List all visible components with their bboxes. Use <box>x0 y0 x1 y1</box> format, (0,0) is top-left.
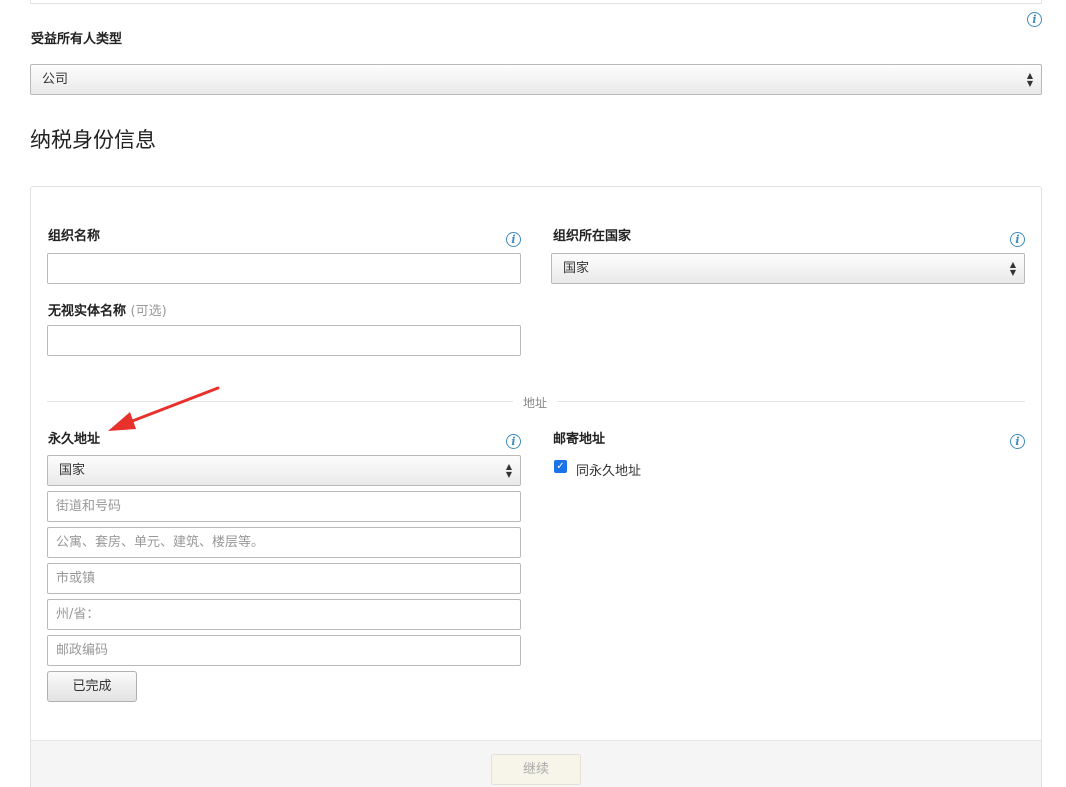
section-title: 纳税身份信息 <box>30 128 156 152</box>
state-input[interactable] <box>47 599 521 630</box>
owner-type-select[interactable]: 公司 ▲ ▼ <box>30 64 1042 95</box>
select-arrows-icon: ▲ ▼ <box>1026 70 1033 88</box>
org-country-label: 组织所在国家 <box>553 229 632 244</box>
address-divider-label: 地址 <box>523 396 548 410</box>
owner-type-info-icon[interactable]: i <box>1027 12 1042 27</box>
permanent-country-selected-value: 国家 <box>59 463 86 478</box>
select-arrows-icon: ▲ ▼ <box>1009 259 1016 277</box>
permanent-country-select[interactable]: 国家 ▲ ▼ <box>47 455 521 486</box>
owner-type-label: 受益所有人类型 <box>31 32 123 47</box>
org-name-input[interactable] <box>47 253 521 284</box>
done-button[interactable]: 已完成 <box>47 671 137 702</box>
continue-button[interactable]: 继续 <box>491 754 581 785</box>
annotation-arrow-icon <box>108 386 220 431</box>
city-input[interactable] <box>47 563 521 594</box>
mailing-address-label: 邮寄地址 <box>553 432 606 447</box>
disregarded-entity-label-text: 无视实体名称 <box>48 304 127 319</box>
optional-tag: (可选) <box>130 304 167 319</box>
org-country-info-icon[interactable]: i <box>1010 232 1025 247</box>
zip-input[interactable] <box>47 635 521 666</box>
same-as-permanent-checkbox[interactable]: ✓ <box>554 460 567 473</box>
disregarded-entity-input[interactable] <box>47 325 521 356</box>
street-input[interactable] <box>47 491 521 522</box>
org-name-info-icon[interactable]: i <box>506 232 521 247</box>
same-as-permanent-label[interactable]: 同永久地址 <box>576 460 641 479</box>
address-divider-right <box>557 401 1025 402</box>
org-name-label: 组织名称 <box>48 229 101 244</box>
org-country-select[interactable]: 国家 ▲ ▼ <box>551 253 1025 284</box>
tax-form-page: i 受益所有人类型 公司 ▲ ▼ 纳税身份信息 组织名称 i 组织所在国家 i 国… <box>0 0 1066 787</box>
permanent-address-info-icon[interactable]: i <box>506 434 521 449</box>
permanent-address-label: 永久地址 <box>48 432 101 447</box>
mailing-address-info-icon[interactable]: i <box>1010 434 1025 449</box>
disregarded-entity-label: 无视实体名称 (可选) <box>48 300 167 319</box>
check-icon: ✓ <box>556 461 565 472</box>
previous-card-edge <box>30 0 1042 4</box>
select-arrows-icon: ▲ ▼ <box>505 461 512 479</box>
org-country-selected-value: 国家 <box>563 261 590 276</box>
apartment-input[interactable] <box>47 527 521 558</box>
owner-type-selected-value: 公司 <box>42 72 69 87</box>
